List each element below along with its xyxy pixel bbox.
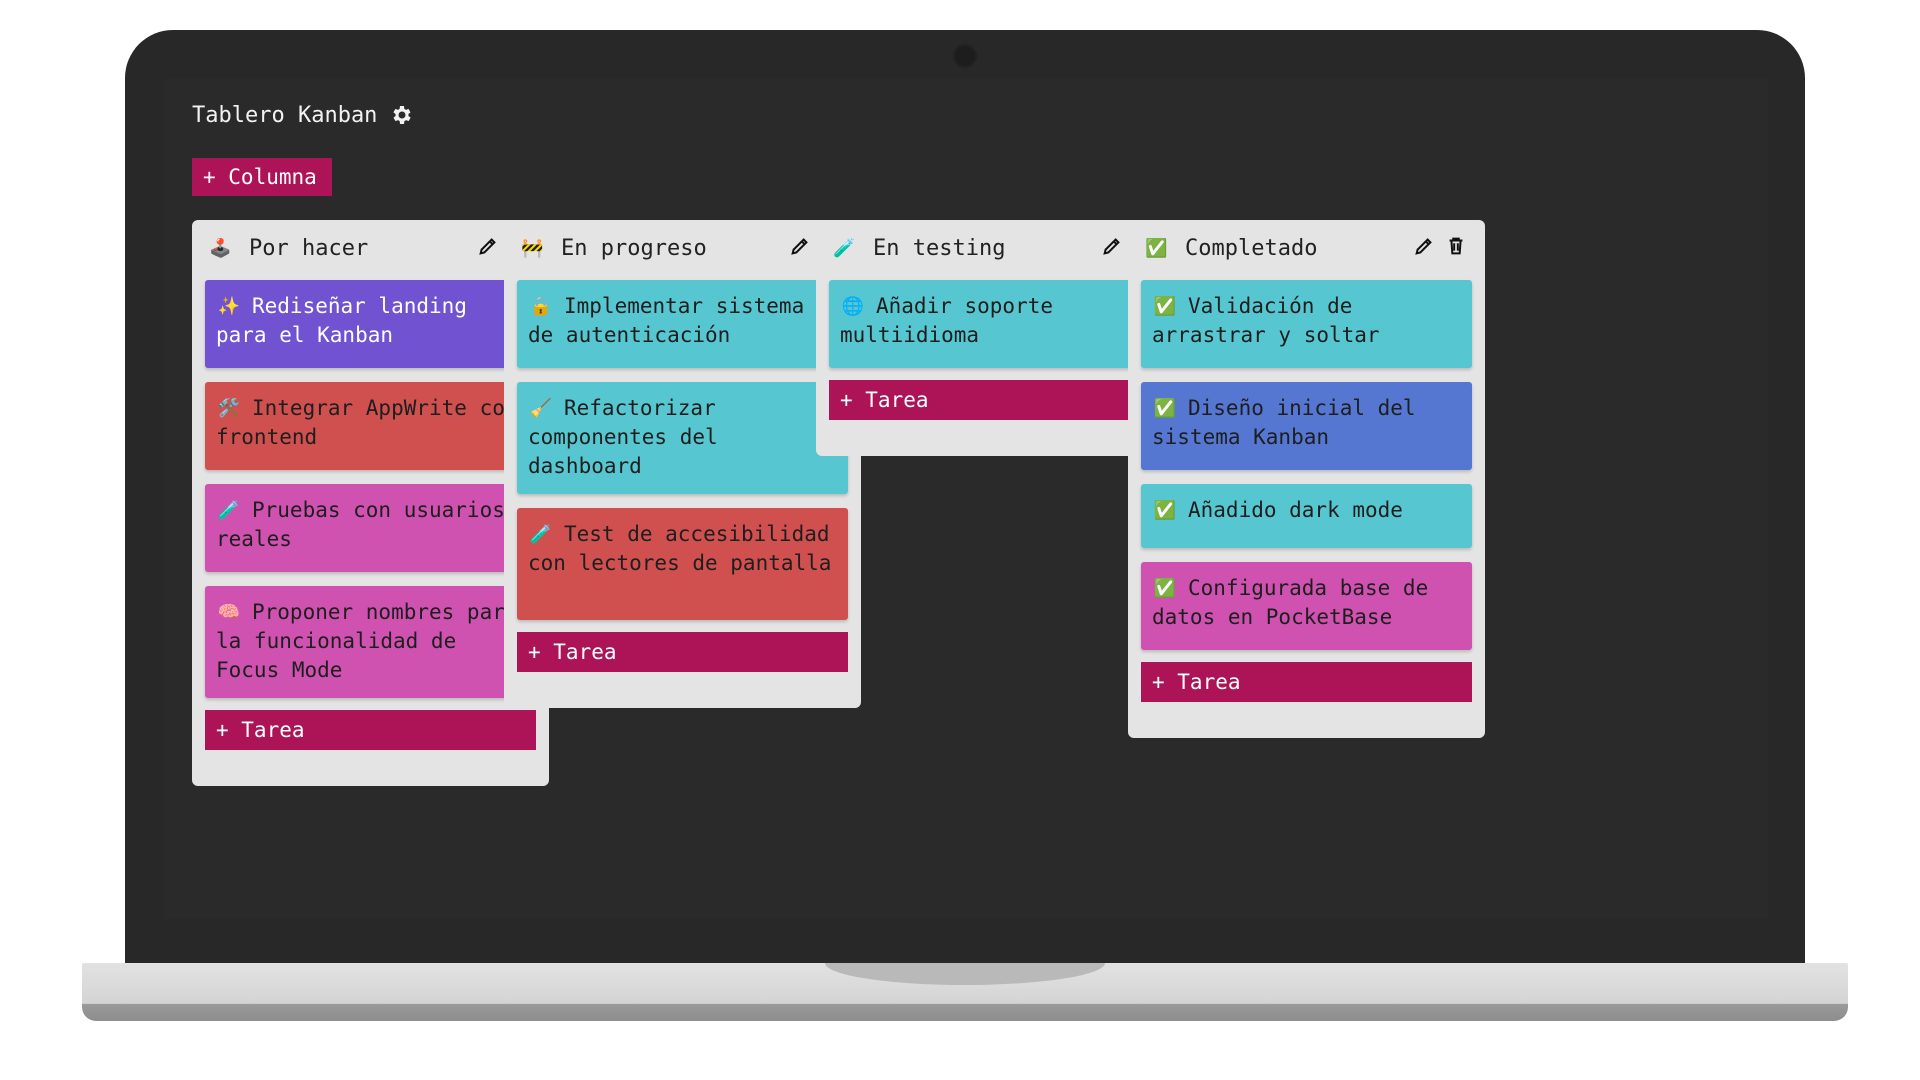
task-title: Refactorizar componentes del dashboard	[528, 396, 718, 478]
column-footer	[816, 420, 1173, 456]
task-emoji-icon: ✨	[217, 296, 241, 317]
screen: Tablero Kanban + Columna 🕹️ Por hacer ✨ Red…	[164, 79, 1768, 919]
column-test-tube[interactable]: 🧪 En testing 🌐 Añadir soporte multiidioma + …	[816, 220, 1173, 456]
add-task-label: + Tarea	[840, 388, 929, 412]
task-title: Diseño inicial del sistema Kanban	[1152, 396, 1416, 449]
task-emoji-icon: 🧪	[529, 524, 553, 545]
task-title: Rediseñar landing para el Kanban	[216, 294, 467, 347]
column-footer	[192, 750, 549, 786]
column-title: Por hacer	[249, 236, 369, 261]
task-card[interactable]: ✅ Validación de arrastrar y soltar	[1141, 280, 1472, 368]
task-title: Proponer nombres para la funcionalidad d…	[216, 600, 518, 682]
task-emoji-icon: ✅	[1153, 398, 1177, 419]
task-emoji-icon: ✅	[1153, 500, 1177, 521]
add-task-button[interactable]: + Tarea	[1141, 662, 1472, 702]
task-title: Test de accesibilidad con lectores de pa…	[528, 522, 832, 575]
pencil-icon[interactable]	[789, 235, 811, 257]
task-card[interactable]: ✅ Añadido dark mode	[1141, 484, 1472, 548]
task-emoji-icon: 🛠️	[217, 398, 241, 419]
column-header: 🧪 En testing	[816, 220, 1173, 280]
add-column-button[interactable]: + Columna	[192, 158, 332, 196]
column-header: 🚧 En progreso	[504, 220, 861, 280]
column-header: 🕹️ Por hacer	[192, 220, 549, 280]
task-card[interactable]: 🧹 Refactorizar componentes del dashboard	[517, 382, 848, 494]
check-mark-icon: ✅	[1145, 238, 1168, 259]
task-emoji-icon: 🧹	[529, 398, 553, 419]
column-title: Completado	[1185, 236, 1318, 261]
task-card[interactable]: 🔒 Implementar sistema de autenticación	[517, 280, 848, 368]
card-list: 🌐 Añadir soporte multiidioma + Tarea	[816, 280, 1173, 420]
task-emoji-icon: 🧪	[217, 500, 241, 521]
gear-icon[interactable]	[389, 103, 413, 127]
add-task-label: + Tarea	[528, 640, 617, 664]
task-emoji-icon: ✅	[1153, 578, 1177, 599]
task-card[interactable]: ✅ Configurada base de datos en PocketBase	[1141, 562, 1472, 650]
task-card[interactable]: ✨ Rediseñar landing para el Kanban	[205, 280, 536, 368]
task-emoji-icon: 🔒	[529, 296, 553, 317]
task-emoji-icon: ✅	[1153, 296, 1177, 317]
add-task-label: + Tarea	[1152, 670, 1241, 694]
construction-icon: 🚧	[521, 238, 544, 259]
task-title: Validación de arrastrar y soltar	[1152, 294, 1380, 347]
task-title: Implementar sistema de autenticación	[528, 294, 805, 347]
add-task-label: + Tarea	[216, 718, 305, 742]
card-list: ✅ Validación de arrastrar y soltar ✅ Diseño…	[1128, 280, 1485, 702]
webcam-icon	[953, 44, 977, 68]
task-title: Configurada base de datos en PocketBase	[1152, 576, 1429, 629]
add-task-button[interactable]: + Tarea	[829, 380, 1160, 420]
task-emoji-icon: 🌐	[841, 296, 865, 317]
card-list: 🔒 Implementar sistema de autenticación 🧹 Re…	[504, 280, 861, 672]
column-joystick[interactable]: 🕹️ Por hacer ✨ Rediseñar landing para el Ka…	[192, 220, 549, 786]
column-title: En testing	[873, 236, 1006, 261]
pencil-icon[interactable]	[477, 235, 499, 257]
pencil-icon[interactable]	[1413, 235, 1435, 257]
task-card[interactable]: 🧪 Test de accesibilidad con lectores de p…	[517, 508, 848, 620]
column-construction[interactable]: 🚧 En progreso 🔒 Implementar sistema de aute…	[504, 220, 861, 708]
column-footer	[504, 672, 861, 708]
column-title: En progreso	[561, 236, 707, 261]
task-card[interactable]: 🧪 Pruebas con usuarios reales	[205, 484, 536, 572]
card-list: ✨ Rediseñar landing para el Kanban 🛠️ Integ…	[192, 280, 549, 750]
add-task-button[interactable]: + Tarea	[517, 632, 848, 672]
task-card[interactable]: ✅ Diseño inicial del sistema Kanban	[1141, 382, 1472, 470]
app-header: Tablero Kanban	[192, 97, 413, 133]
column-footer	[1128, 702, 1485, 738]
task-title: Integrar AppWrite con frontend	[216, 396, 518, 449]
task-card[interactable]: 🌐 Añadir soporte multiidioma	[829, 280, 1160, 368]
page-title: Tablero Kanban	[192, 102, 378, 128]
task-title: Pruebas con usuarios reales	[216, 498, 505, 551]
column-header: ✅ Completado	[1128, 220, 1485, 280]
add-column-label: + Columna	[203, 165, 317, 189]
task-emoji-icon: 🧠	[217, 602, 241, 623]
test-tube-icon: 🧪	[833, 238, 856, 259]
pencil-icon[interactable]	[1101, 235, 1123, 257]
joystick-icon: 🕹️	[209, 238, 232, 259]
add-task-button[interactable]: + Tarea	[205, 710, 536, 750]
task-title: Añadido dark mode	[1188, 498, 1403, 522]
task-title: Añadir soporte multiidioma	[840, 294, 1054, 347]
column-check-mark[interactable]: ✅ Completado ✅ Validación de arrastrar y so…	[1128, 220, 1485, 738]
trash-icon[interactable]	[1445, 235, 1467, 257]
task-card[interactable]: 🛠️ Integrar AppWrite con frontend	[205, 382, 536, 470]
task-card[interactable]: 🧠 Proponer nombres para la funcionalidad …	[205, 586, 536, 698]
